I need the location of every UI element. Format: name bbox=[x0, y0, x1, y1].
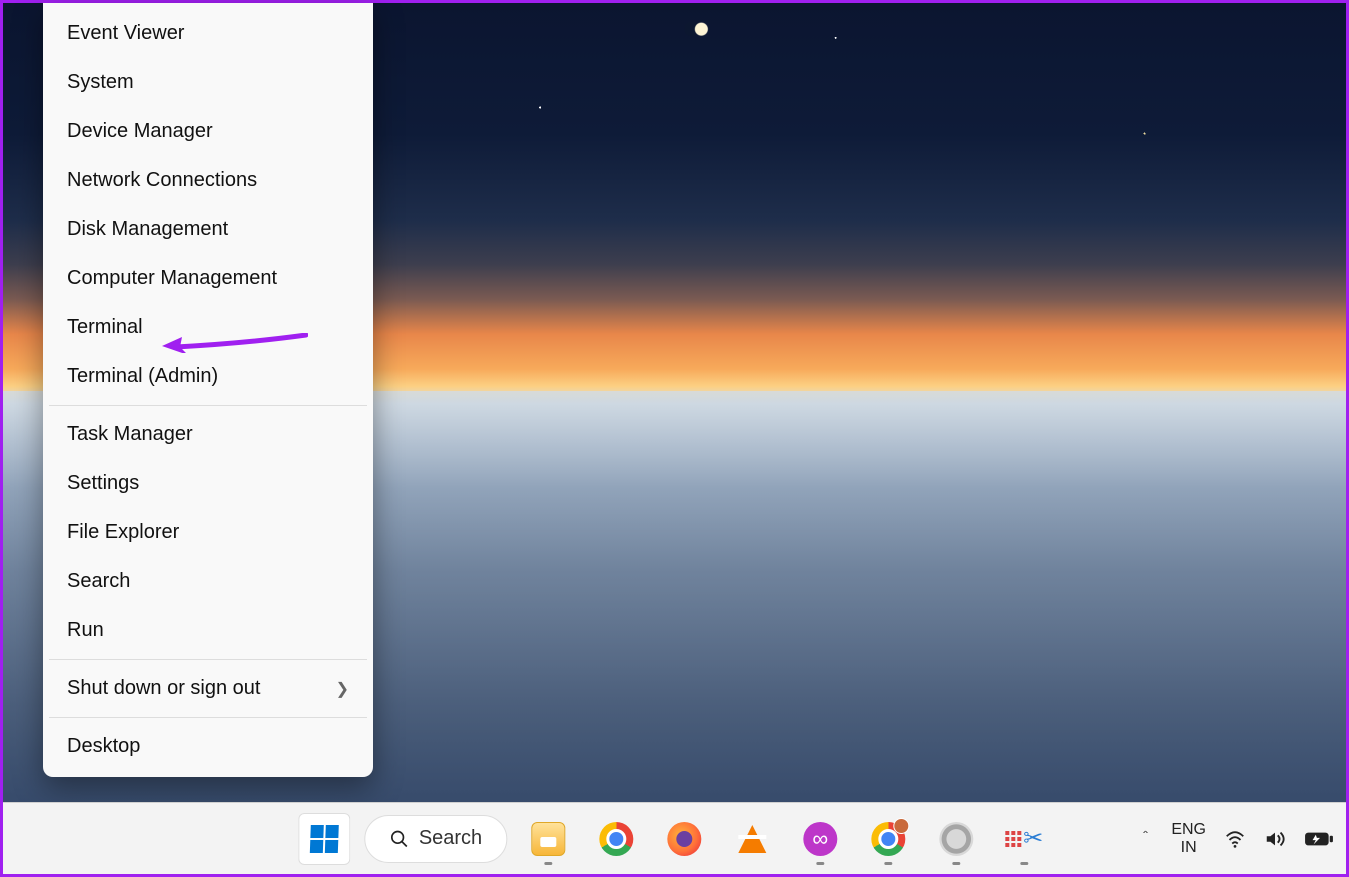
menu-search[interactable]: Search bbox=[49, 557, 367, 606]
system-tray: ＾ ENG IN bbox=[1137, 803, 1334, 874]
menu-device-manager[interactable]: Device Manager bbox=[49, 107, 367, 156]
start-button[interactable] bbox=[298, 813, 350, 865]
menu-desktop[interactable]: Desktop bbox=[49, 722, 367, 771]
taskbar-chrome-profile[interactable] bbox=[861, 809, 915, 869]
taskbar-file-explorer[interactable] bbox=[521, 809, 575, 869]
search-icon bbox=[389, 829, 409, 849]
taskbar-snipping-tool[interactable]: ✂ bbox=[997, 809, 1051, 869]
chrome-icon bbox=[871, 822, 905, 856]
menu-event-viewer[interactable]: Event Viewer bbox=[49, 9, 367, 58]
menu-run[interactable]: Run bbox=[49, 606, 367, 655]
menu-file-explorer[interactable]: File Explorer bbox=[49, 508, 367, 557]
windows-logo-icon bbox=[309, 825, 338, 853]
menu-task-manager[interactable]: Task Manager bbox=[49, 410, 367, 459]
chrome-icon bbox=[599, 822, 633, 856]
taskbar-vlc[interactable] bbox=[725, 809, 779, 869]
snip-icon: ✂ bbox=[1005, 824, 1043, 853]
battery-icon[interactable] bbox=[1304, 828, 1334, 850]
firefox-icon bbox=[667, 822, 701, 856]
menu-system[interactable]: System bbox=[49, 58, 367, 107]
menu-shutdown-signout[interactable]: Shut down or sign out ❯ bbox=[49, 664, 367, 713]
language-indicator[interactable]: ENG IN bbox=[1171, 821, 1206, 856]
menu-separator bbox=[49, 659, 367, 660]
profile-avatar-icon bbox=[893, 818, 909, 834]
taskbar: Search ∞ ✂ ＾ ENG IN bbox=[3, 802, 1346, 874]
gear-icon bbox=[939, 822, 973, 856]
wifi-icon[interactable] bbox=[1224, 828, 1246, 850]
menu-separator bbox=[49, 717, 367, 718]
vlc-icon bbox=[738, 825, 766, 853]
menu-settings[interactable]: Settings bbox=[49, 459, 367, 508]
menu-separator bbox=[49, 405, 367, 406]
menu-terminal[interactable]: Terminal bbox=[49, 303, 367, 352]
search-label: Search bbox=[419, 827, 482, 850]
taskbar-firefox[interactable] bbox=[657, 809, 711, 869]
taskbar-search[interactable]: Search bbox=[364, 815, 507, 863]
volume-icon[interactable] bbox=[1264, 828, 1286, 850]
menu-network-connections[interactable]: Network Connections bbox=[49, 156, 367, 205]
folder-icon bbox=[531, 822, 565, 856]
menu-computer-management[interactable]: Computer Management bbox=[49, 254, 367, 303]
mask-icon: ∞ bbox=[803, 822, 837, 856]
tray-overflow-button[interactable]: ＾ bbox=[1137, 827, 1153, 851]
power-user-menu: Event Viewer System Device Manager Netwo… bbox=[43, 3, 373, 777]
taskbar-recorder[interactable]: ∞ bbox=[793, 809, 847, 869]
menu-disk-management[interactable]: Disk Management bbox=[49, 205, 367, 254]
taskbar-chrome[interactable] bbox=[589, 809, 643, 869]
chevron-right-icon: ❯ bbox=[336, 679, 349, 699]
taskbar-settings[interactable] bbox=[929, 809, 983, 869]
menu-terminal-admin[interactable]: Terminal (Admin) bbox=[49, 352, 367, 401]
